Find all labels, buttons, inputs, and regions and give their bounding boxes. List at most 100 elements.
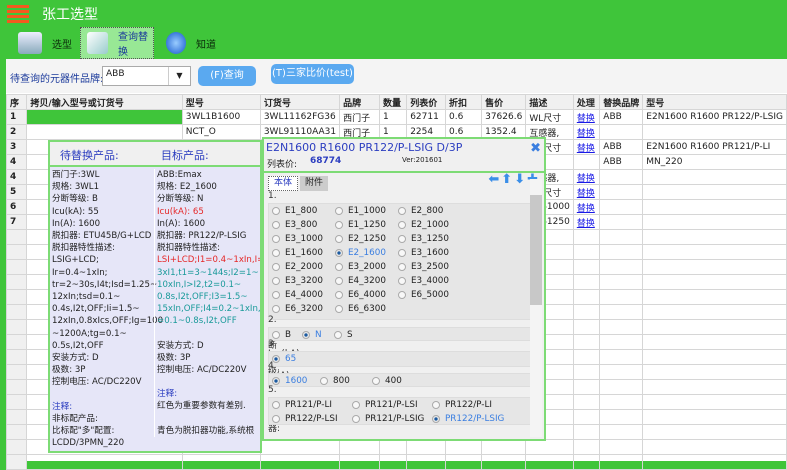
- radio-icon[interactable]: [372, 377, 380, 385]
- cell[interactable]: [26, 124, 183, 140]
- option-radio[interactable]: E2_800: [398, 206, 443, 216]
- option-radio[interactable]: E1_1250: [335, 220, 386, 230]
- replace-link[interactable]: 替换: [577, 219, 595, 229]
- radio-icon[interactable]: [352, 401, 360, 409]
- radio-icon[interactable]: [335, 221, 343, 229]
- replace-link[interactable]: 替换: [572, 169, 601, 185]
- radio-icon[interactable]: [398, 249, 406, 257]
- radio-icon[interactable]: [352, 415, 360, 423]
- replace-link[interactable]: 替换: [572, 124, 601, 140]
- replace-link[interactable]: 替换: [577, 129, 595, 139]
- tab-query-replace[interactable]: 查询替换: [80, 27, 154, 59]
- radio-icon[interactable]: [272, 263, 280, 271]
- option-radio[interactable]: S: [334, 330, 353, 340]
- radio-icon[interactable]: [398, 221, 406, 229]
- radio-icon[interactable]: [272, 377, 280, 385]
- radio-icon[interactable]: [272, 277, 280, 285]
- radio-icon[interactable]: [398, 263, 406, 271]
- replace-link[interactable]: 替换: [572, 139, 601, 155]
- option-radio[interactable]: E1_1000: [335, 206, 386, 216]
- option-radio[interactable]: PR122/P-LI: [432, 400, 492, 410]
- option-radio[interactable]: E3_2500: [398, 262, 449, 272]
- replace-link[interactable]: 替换: [577, 144, 595, 154]
- radio-icon[interactable]: [335, 305, 343, 313]
- radio-icon[interactable]: [432, 415, 440, 423]
- radio-icon[interactable]: [272, 401, 280, 409]
- option-radio[interactable]: E2_2000: [272, 262, 323, 272]
- spec-line: =0.1~0.8s,I2t,OFF: [157, 316, 237, 327]
- option-radio[interactable]: E3_800: [272, 220, 317, 230]
- option-radio[interactable]: PR121/P-LSIG: [352, 414, 424, 424]
- brand-select[interactable]: ABB ▼: [102, 66, 191, 86]
- option-radio[interactable]: E2_1000: [398, 220, 449, 230]
- option-radio[interactable]: E4_4000: [272, 290, 323, 300]
- radio-icon[interactable]: [335, 263, 343, 271]
- option-radio[interactable]: E3_1600: [398, 248, 449, 258]
- option-radio[interactable]: PR122/P-LSIG: [432, 414, 504, 424]
- replace-link[interactable]: 替换: [572, 199, 601, 215]
- option-radio[interactable]: E1_800: [272, 206, 317, 216]
- radio-icon[interactable]: [272, 235, 280, 243]
- radio-icon[interactable]: [335, 277, 343, 285]
- option-radio[interactable]: E1_1600: [272, 248, 323, 258]
- option-radio[interactable]: N: [302, 330, 322, 340]
- replace-link[interactable]: 替换: [577, 204, 595, 214]
- close-icon[interactable]: ✖: [530, 141, 541, 156]
- radio-icon[interactable]: [432, 401, 440, 409]
- option-radio[interactable]: PR122/P-LSI: [272, 414, 338, 424]
- arrow-left-icon[interactable]: ⬅: [488, 172, 501, 187]
- radio-icon[interactable]: [398, 235, 406, 243]
- option-radio[interactable]: E6_5000: [398, 290, 449, 300]
- radio-icon[interactable]: [272, 331, 280, 339]
- option-radio[interactable]: E6_4000: [335, 290, 386, 300]
- option-radio[interactable]: E2_1250: [335, 234, 386, 244]
- query-button[interactable]: (F)查询: [198, 66, 256, 86]
- arrow-up-icon[interactable]: ⬆: [501, 172, 514, 187]
- option-radio[interactable]: E3_1250: [398, 234, 449, 244]
- replace-link[interactable]: [572, 154, 601, 170]
- radio-icon[interactable]: [334, 331, 342, 339]
- replace-link[interactable]: 替换: [577, 189, 595, 199]
- replace-link[interactable]: 替换: [577, 114, 595, 124]
- option-radio[interactable]: E6_6300: [335, 304, 386, 314]
- option-radio[interactable]: E2_1600: [335, 248, 386, 258]
- cell[interactable]: [26, 109, 183, 125]
- radio-icon[interactable]: [272, 291, 280, 299]
- option-radio[interactable]: E6_3200: [272, 304, 323, 314]
- tab-know[interactable]: 知道: [154, 27, 228, 59]
- option-radio[interactable]: E4_3200: [335, 276, 386, 286]
- tab-select[interactable]: 选型: [6, 27, 80, 59]
- option-radio[interactable]: PR121/P-LSI: [352, 400, 418, 410]
- option-radio[interactable]: E3_4000: [398, 276, 449, 286]
- replace-link[interactable]: 替换: [572, 214, 601, 230]
- replace-link[interactable]: 替换: [577, 174, 595, 184]
- radio-icon[interactable]: [335, 207, 343, 215]
- radio-icon[interactable]: [272, 207, 280, 215]
- replace-link[interactable]: 替换: [572, 109, 601, 125]
- radio-icon[interactable]: [302, 331, 310, 339]
- chevron-down-icon[interactable]: ▼: [168, 67, 190, 85]
- arrow-down-icon[interactable]: ⬇: [514, 172, 527, 187]
- tab-body[interactable]: 本体: [268, 176, 298, 191]
- radio-icon[interactable]: [398, 291, 406, 299]
- radio-icon[interactable]: [398, 207, 406, 215]
- radio-icon[interactable]: [272, 221, 280, 229]
- radio-icon[interactable]: [272, 305, 280, 313]
- radio-icon[interactable]: [272, 415, 280, 423]
- radio-icon[interactable]: [398, 277, 406, 285]
- tab-accessories[interactable]: 附件: [300, 176, 328, 191]
- compare-button[interactable]: (T)三家比价(test): [271, 64, 354, 84]
- scrollbar[interactable]: [530, 179, 542, 437]
- radio-icon[interactable]: [320, 377, 328, 385]
- option-radio[interactable]: E3_1000: [272, 234, 323, 244]
- option-radio[interactable]: 400: [372, 376, 402, 386]
- radio-icon[interactable]: [335, 249, 343, 257]
- option-radio[interactable]: E3_3200: [272, 276, 323, 286]
- option-radio[interactable]: PR121/P-LI: [272, 400, 332, 410]
- radio-icon[interactable]: [335, 235, 343, 243]
- option-radio[interactable]: 800: [320, 376, 350, 386]
- radio-icon[interactable]: [272, 249, 280, 257]
- option-radio[interactable]: E3_2000: [335, 262, 386, 272]
- radio-icon[interactable]: [335, 291, 343, 299]
- replace-link[interactable]: 替换: [572, 184, 601, 200]
